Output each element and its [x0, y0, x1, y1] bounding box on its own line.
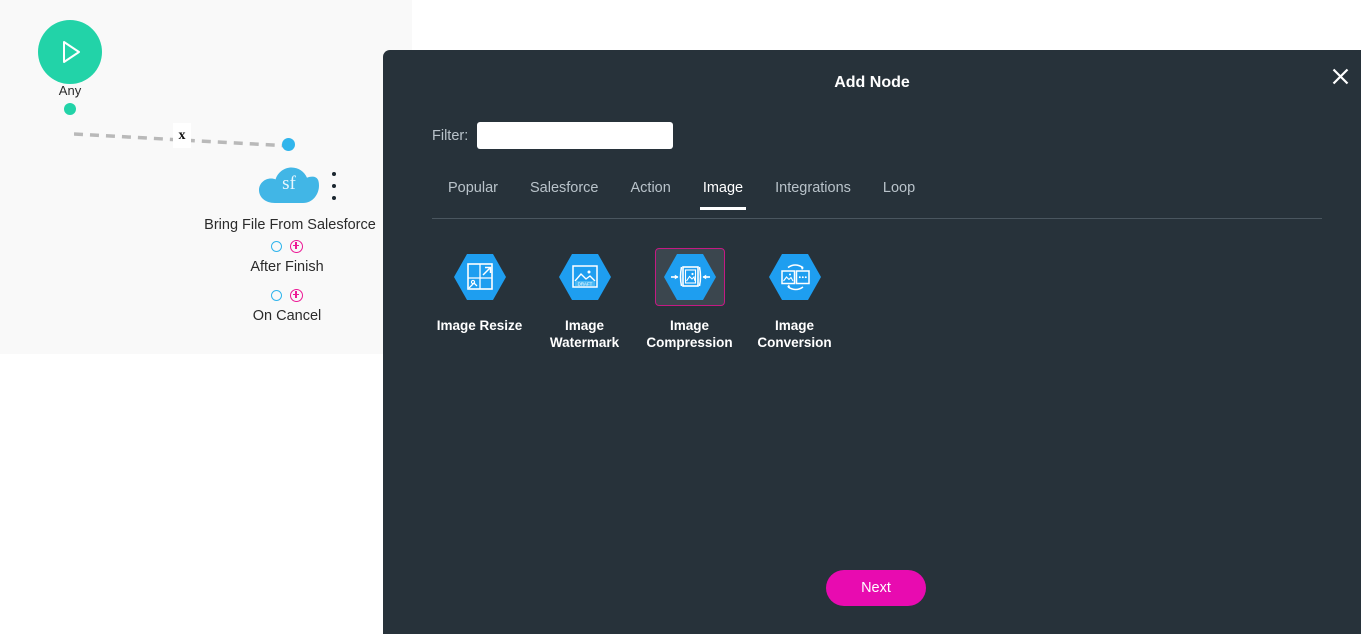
- branch-circle-icon[interactable]: [271, 289, 282, 301]
- add-node-plus-icon[interactable]: [290, 239, 303, 253]
- salesforce-node-menu-button[interactable]: [330, 172, 338, 200]
- start-node[interactable]: [38, 20, 102, 84]
- branch-label-after-finish: After Finish: [250, 259, 324, 275]
- add-node-modal: Add Node Filter: Popular Salesforce Acti…: [383, 50, 1361, 634]
- node-card-image-compression[interactable]: Image Compression: [637, 242, 742, 351]
- branch-ports-after-finish: [227, 239, 347, 253]
- node-card-image-conversion[interactable]: Image Conversion: [742, 242, 847, 351]
- app-root: Any x sf Bring File From Salesforce Afte…: [0, 0, 1361, 634]
- node-card-iconbox: [654, 248, 725, 306]
- node-type-grid: Image Resize DRAFT Image Watermark Image…: [427, 242, 847, 351]
- image-conversion-icon: [768, 254, 821, 300]
- tab-loop[interactable]: Loop: [867, 180, 931, 209]
- image-watermark-icon: DRAFT: [558, 254, 611, 300]
- kebab-dot: [332, 172, 336, 176]
- play-icon: [63, 41, 80, 63]
- branch-label-on-cancel: On Cancel: [252, 308, 322, 324]
- start-node-label: Any: [58, 83, 82, 98]
- salesforce-cloud-icon[interactable]: [258, 160, 320, 204]
- svg-text:DRAFT: DRAFT: [577, 281, 592, 286]
- node-category-tabs: Popular Salesforce Action Image Integrat…: [432, 180, 1322, 219]
- image-compression-icon: [663, 254, 716, 300]
- branch-circle-icon[interactable]: [271, 240, 282, 252]
- tab-action[interactable]: Action: [615, 180, 687, 209]
- tab-integrations[interactable]: Integrations: [759, 180, 867, 209]
- salesforce-node-input-port[interactable]: [282, 138, 295, 151]
- node-card-image-watermark[interactable]: DRAFT Image Watermark: [532, 242, 637, 351]
- start-node-output-port[interactable]: [64, 103, 76, 115]
- modal-title: Add Node: [834, 74, 910, 91]
- filter-row: Filter:: [432, 122, 674, 149]
- node-card-label: Image Conversion: [757, 318, 832, 350]
- branch-ports-on-cancel: [227, 288, 347, 302]
- node-card-iconbox: [445, 248, 515, 306]
- workflow-canvas: Any x sf Bring File From Salesforce Afte…: [0, 0, 412, 354]
- filter-label: Filter:: [432, 127, 469, 144]
- tab-popular[interactable]: Popular: [432, 180, 514, 209]
- next-button[interactable]: Next: [826, 570, 926, 606]
- tab-image[interactable]: Image: [687, 180, 759, 210]
- connector-delete-marker[interactable]: x: [173, 123, 191, 148]
- close-x-glyph: [1332, 68, 1348, 84]
- node-card-label: Image Watermark: [549, 318, 620, 350]
- kebab-dot: [332, 196, 336, 200]
- filter-input[interactable]: [477, 122, 674, 149]
- node-card-label: Image Compression: [646, 318, 733, 350]
- add-node-plus-icon[interactable]: [290, 288, 303, 302]
- close-icon[interactable]: [1325, 61, 1355, 91]
- node-card-iconbox: DRAFT: [550, 248, 620, 306]
- node-card-iconbox: [760, 248, 830, 306]
- node-card-image-resize[interactable]: Image Resize: [427, 242, 532, 334]
- image-resize-icon: [453, 254, 506, 300]
- kebab-dot: [332, 184, 336, 188]
- tab-salesforce[interactable]: Salesforce: [514, 180, 615, 209]
- node-card-label: Image Resize: [436, 318, 523, 333]
